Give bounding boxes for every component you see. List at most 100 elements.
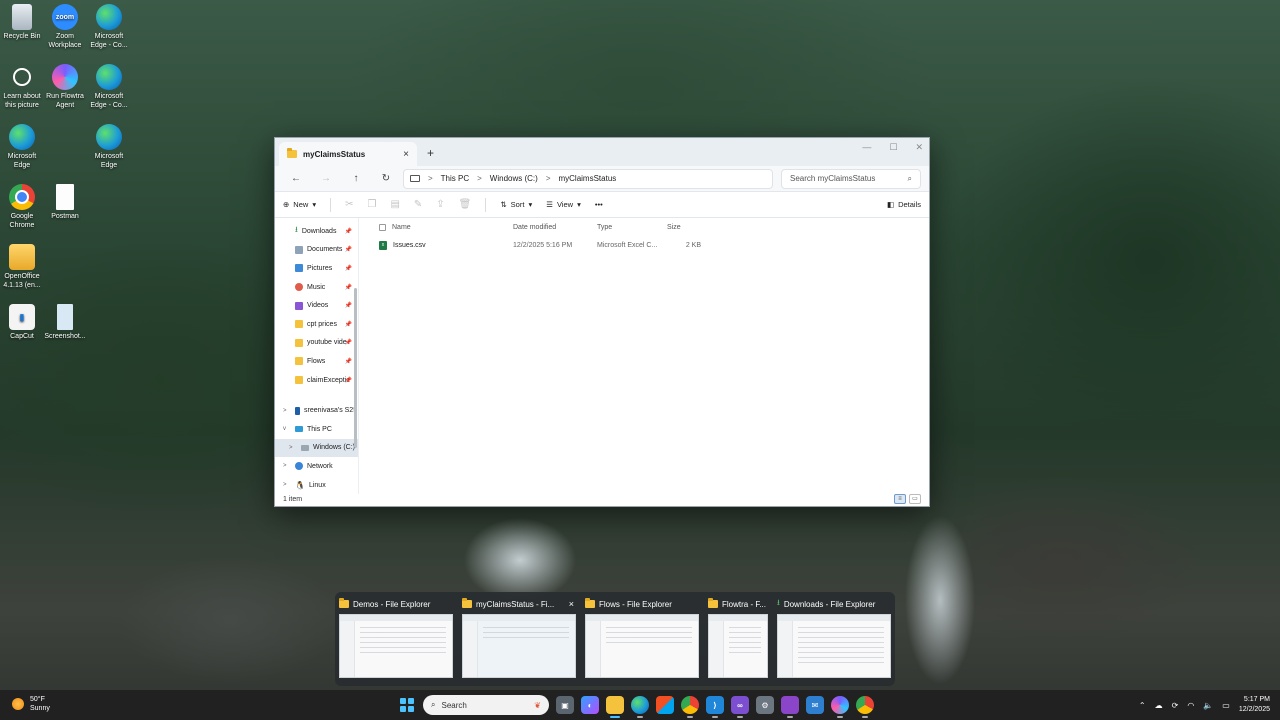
preview-flows[interactable]: Flows - File Explorer <box>585 598 699 680</box>
desktop-icon-edge-copilot[interactable]: Microsoft Edge - Co... <box>87 4 131 50</box>
breadcrumb-myclaimsstatus[interactable]: myClaimsStatus <box>558 174 616 183</box>
cut-icon[interactable]: ✂ <box>345 199 353 210</box>
sidebar-item-claimexceptions[interactable]: claimExceptic 📌 <box>275 371 358 390</box>
sidebar-item-documents[interactable]: Documents 📌 <box>275 241 358 260</box>
visual-studio-icon[interactable]: ∞ <box>731 696 749 718</box>
wifi-icon[interactable]: ◠ <box>1187 701 1194 710</box>
volume-icon[interactable]: 🔈 <box>1203 701 1213 710</box>
new-tab-button[interactable]: + <box>427 146 434 160</box>
sidebar-item-flows[interactable]: Flows 📌 <box>275 352 358 371</box>
preview-thumbnail[interactable] <box>777 614 891 678</box>
forward-button[interactable]: → <box>313 173 339 184</box>
file-row-issues-csv[interactable]: x Issues.csv 12/2/2025 5:16 PM Microsoft… <box>379 236 929 254</box>
chrome-taskbar-icon[interactable] <box>681 696 699 718</box>
preview-demos[interactable]: Demos - File Explorer <box>339 598 453 680</box>
battery-icon[interactable]: ▭ <box>1222 701 1230 710</box>
breadcrumb-windows-c[interactable]: Windows (C:) <box>490 174 538 183</box>
column-header-name[interactable]: Name <box>379 223 513 231</box>
view-button[interactable]: ☰ View ▾ <box>546 200 581 209</box>
chevron-right-icon[interactable]: > <box>283 482 287 488</box>
preview-thumbnail[interactable] <box>585 614 699 678</box>
desktop-icon-edge-copilot-2[interactable]: Microsoft Edge - Co... <box>87 64 131 110</box>
copy-icon[interactable]: ❐ <box>367 199 376 210</box>
settings-gear-icon[interactable]: ⚙ <box>756 696 774 714</box>
preview-myclaimsstatus[interactable]: myClaimsStatus - Fi... × <box>462 598 576 680</box>
preview-thumbnail[interactable] <box>339 614 453 678</box>
microsoft-store-icon[interactable] <box>656 696 674 714</box>
sidebar-item-pictures[interactable]: Pictures 📌 <box>275 259 358 278</box>
sidebar-item-windows-c[interactable]: > Windows (C:) <box>275 438 358 458</box>
share-icon[interactable]: ⇪ <box>436 199 444 210</box>
column-header-size[interactable]: Size <box>667 224 711 231</box>
desktop-icon-edge-2[interactable]: Microsoft Edge <box>87 124 131 170</box>
tiles-view-icon[interactable]: ▭ <box>909 494 921 504</box>
address-bar[interactable]: > This PC > Windows (C:) > myClaimsStatu… <box>403 168 773 189</box>
desktop-icon-zoom[interactable]: zoom Zoom Workplace <box>43 4 87 50</box>
chevron-up-icon[interactable]: ⌃ <box>1139 701 1146 710</box>
details-view-icon[interactable]: ≡ <box>894 494 906 504</box>
weather-widget[interactable]: 50°F Sunny <box>12 695 50 713</box>
tab-myclaimsstatus[interactable]: myClaimsStatus × <box>279 142 417 166</box>
sidebar-item-this-pc[interactable]: v This PC <box>275 420 358 439</box>
chevron-down-icon[interactable]: v <box>283 426 286 432</box>
desktop-icon-recycle-bin[interactable]: Recycle Bin <box>0 4 44 41</box>
close-preview-button[interactable]: × <box>569 599 574 609</box>
vscode-icon[interactable]: ⟩ <box>706 696 724 718</box>
desktop-icon-chrome[interactable]: Google Chrome <box>0 184 44 230</box>
close-window-button[interactable]: ✕ <box>915 142 923 153</box>
delete-icon[interactable]: 🗑 <box>459 199 472 210</box>
column-header-date-modified[interactable]: Date modified <box>513 224 597 231</box>
rename-icon[interactable]: ✎ <box>414 199 422 210</box>
copilot-icon[interactable]: ◐ <box>581 696 599 714</box>
minimize-button[interactable]: — <box>862 142 871 153</box>
sidebar-item-network[interactable]: > Network <box>275 457 358 476</box>
sidebar-item-music[interactable]: Music 📌 <box>275 278 358 297</box>
preview-thumbnail[interactable] <box>462 614 576 678</box>
chevron-right-icon[interactable]: > <box>283 463 287 469</box>
desktop-icon-edge[interactable]: Microsoft Edge <box>0 124 44 170</box>
chevron-right-icon[interactable]: > <box>289 445 293 451</box>
sidebar-item-youtube-videos[interactable]: youtube vide 📌 <box>275 334 358 353</box>
edge-taskbar-icon[interactable] <box>631 696 649 718</box>
desktop-icon-openoffice[interactable]: OpenOffice 4.1.13 (en... <box>0 244 44 290</box>
desktop-icon-postman[interactable]: Postman <box>43 184 87 221</box>
power-apps-icon[interactable] <box>781 696 799 718</box>
chevron-right-icon[interactable]: > <box>283 408 287 414</box>
select-all-checkbox[interactable] <box>379 223 386 231</box>
chrome-profile-taskbar-icon[interactable] <box>856 696 874 718</box>
desktop-icon-screenshot[interactable]: Screenshot... <box>43 304 87 341</box>
flowtra-taskbar-icon[interactable] <box>831 696 849 718</box>
preview-downloads[interactable]: ⭳ Downloads - File Explorer <box>777 598 891 680</box>
cloud-icon[interactable]: ☁ <box>1155 701 1163 710</box>
new-button[interactable]: ⊕ New ▾ <box>283 200 316 209</box>
file-explorer-taskbar-icon[interactable] <box>606 696 624 718</box>
sidebar-item-downloads[interactable]: ⭳ Downloads 📌 <box>275 222 358 241</box>
desktop-icon-capcut[interactable]: ▮ CapCut <box>0 304 44 341</box>
sync-icon[interactable]: ⟳ <box>1172 701 1179 710</box>
desktop-icon-flowtra[interactable]: Run Flowtra Agent <box>43 64 87 110</box>
column-header-type[interactable]: Type <box>597 224 667 231</box>
desktop-icon-learn-picture[interactable]: Learn about this picture <box>0 64 44 110</box>
task-view-icon[interactable]: ▣ <box>556 696 574 714</box>
preview-flowtra[interactable]: Flowtra - F... <box>708 598 768 680</box>
clock[interactable]: 5:17 PM 12/2/2025 <box>1239 695 1270 715</box>
sort-button[interactable]: ⇅ Sort ▾ <box>500 200 532 209</box>
navigation-pane-scrollbar[interactable] <box>354 288 357 448</box>
refresh-button[interactable]: ↻ <box>373 173 399 184</box>
see-more-button[interactable]: ••• <box>595 200 603 209</box>
paste-icon[interactable]: ▤ <box>390 199 399 210</box>
taskbar-search-box[interactable]: ⌕ Search ❦ <box>423 695 549 715</box>
outlook-mail-icon[interactable]: ✉ <box>806 696 824 714</box>
back-button[interactable]: ← <box>283 173 309 184</box>
close-tab-button[interactable]: × <box>403 149 409 160</box>
sidebar-item-videos[interactable]: Videos 📌 <box>275 296 358 315</box>
start-button[interactable] <box>398 696 416 714</box>
breadcrumb-this-pc[interactable]: This PC <box>441 174 469 183</box>
preview-thumbnail[interactable] <box>708 614 768 678</box>
title-bar[interactable]: myClaimsStatus × + — ☐ ✕ <box>275 138 929 166</box>
details-pane-button[interactable]: ◧ Details <box>887 200 921 209</box>
search-input[interactable]: Search myClaimsStatus ⌕ <box>781 168 921 189</box>
maximize-button[interactable]: ☐ <box>889 142 897 153</box>
sidebar-item-cpt-prices[interactable]: cpt prices 📌 <box>275 315 358 334</box>
sidebar-item-phone[interactable]: > sreenivasa's S25 <box>275 401 358 420</box>
